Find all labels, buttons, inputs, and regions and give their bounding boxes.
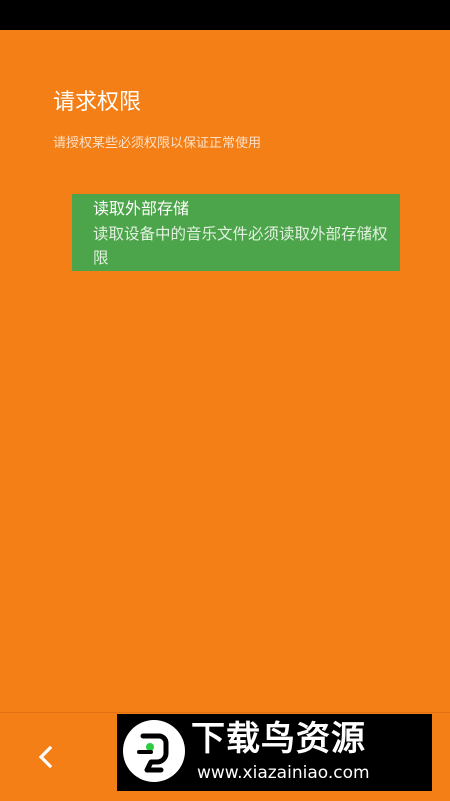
watermark-title: 下载鸟资源 xyxy=(191,719,366,759)
permission-item-storage[interactable]: 读取外部存储 读取设备中的音乐文件必须读取外部存储权限 xyxy=(72,194,400,271)
page-subtitle: 请授权某些必须权限以保证正常使用 xyxy=(53,136,262,151)
watermark-url: www.xiazainiao.com xyxy=(197,763,370,783)
chevron-left-icon xyxy=(38,746,53,768)
permission-request-page: 请求权限 请授权某些必须权限以保证正常使用 读取外部存储 读取设备中的音乐文件必… xyxy=(0,30,450,712)
bottom-nav-bar: 下载鸟资源 www.xiazainiao.com xyxy=(0,712,450,801)
back-button[interactable] xyxy=(24,735,68,779)
permission-description: 读取设备中的音乐文件必须读取外部存储权限 xyxy=(93,225,388,267)
status-bar xyxy=(0,0,450,30)
page-title: 请求权限 xyxy=(53,90,142,115)
watermark-banner: 下载鸟资源 www.xiazainiao.com xyxy=(117,714,432,791)
permission-name: 读取外部存储 xyxy=(93,199,190,218)
bird-logo-icon xyxy=(123,720,185,782)
